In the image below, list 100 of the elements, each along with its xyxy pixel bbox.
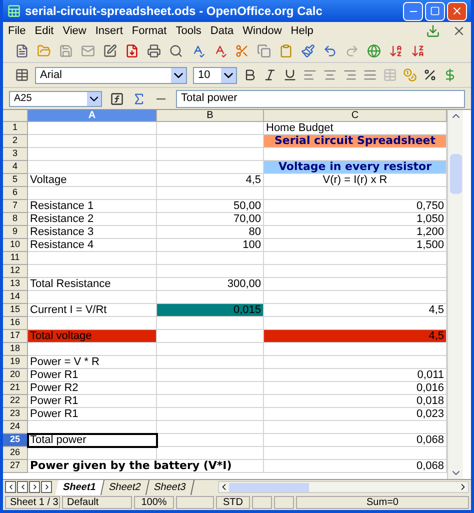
underline-icon[interactable] [283, 68, 297, 82]
table-cell: 50,00 [157, 200, 264, 213]
dropdown-icon[interactable] [171, 68, 186, 82]
formula-input[interactable]: Total power [176, 90, 465, 108]
cell-reference-field[interactable]: A25 [9, 90, 102, 106]
row-header[interactable]: 4 [3, 161, 28, 174]
sum-icon[interactable] [132, 92, 146, 106]
menu-item[interactable]: Window [242, 22, 282, 40]
row-header[interactable]: 14 [3, 291, 28, 304]
menu-item[interactable]: Insert [95, 22, 123, 40]
copy-icon[interactable] [257, 44, 271, 58]
table-cell: Power R1 [28, 408, 157, 421]
bold-icon[interactable] [243, 68, 257, 82]
sheet-navigation-button[interactable] [17, 481, 28, 493]
download-icon[interactable] [426, 24, 440, 38]
row-header[interactable]: 12 [3, 265, 28, 278]
sheet-tab[interactable]: Sheet1 [55, 480, 104, 494]
row-header[interactable]: 2 [3, 135, 28, 148]
function-icon[interactable] [110, 92, 124, 106]
row-header[interactable]: 15 [3, 304, 28, 317]
vertical-scrollbar[interactable] [447, 110, 463, 479]
sheet-navigation-button[interactable] [41, 481, 52, 493]
maximize-button[interactable] [425, 2, 445, 20]
align-center-icon[interactable] [323, 68, 337, 82]
status-field [176, 496, 214, 508]
menu-item[interactable]: Format [132, 22, 167, 40]
merge-cells-icon[interactable] [383, 68, 397, 82]
cut-icon[interactable] [235, 44, 249, 58]
table-cell: 4,5 [264, 330, 447, 343]
new-document-icon[interactable] [15, 44, 29, 58]
sheet-navigation-button[interactable] [5, 481, 16, 493]
autospell-icon[interactable] [213, 44, 227, 58]
sheet-tab[interactable]: Sheet2 [101, 480, 150, 494]
align-left-icon[interactable] [303, 68, 317, 82]
styles-icon[interactable] [15, 68, 29, 82]
scroll-thumb[interactable] [450, 154, 462, 194]
horizontal-scrollbar[interactable] [218, 481, 469, 493]
row-header[interactable]: 17 [3, 330, 28, 343]
spreadsheet-icon [7, 4, 21, 18]
edit-icon[interactable] [103, 44, 117, 58]
row-header[interactable]: 10 [3, 239, 28, 252]
menu-item[interactable]: Tools [176, 22, 202, 40]
save-icon[interactable] [59, 44, 73, 58]
close-icon[interactable] [452, 24, 466, 38]
pdf-icon[interactable] [125, 44, 139, 58]
row-header[interactable]: 6 [3, 187, 28, 200]
row-header[interactable]: 24 [3, 421, 28, 434]
preview-icon[interactable] [169, 44, 183, 58]
table-cell: 4,5 [157, 174, 264, 187]
percent-icon[interactable] [423, 68, 437, 82]
row-header[interactable]: 11 [3, 252, 28, 265]
row-header[interactable]: 21 [3, 382, 28, 395]
row-header[interactable]: 13 [3, 278, 28, 291]
row-header[interactable]: 25 [3, 434, 28, 447]
paste-icon[interactable] [279, 44, 293, 58]
row-header[interactable]: 20 [3, 369, 28, 382]
mail-icon[interactable] [81, 44, 95, 58]
menu-item[interactable]: Help [290, 22, 314, 40]
close-button[interactable] [447, 2, 467, 20]
number-format-icon[interactable] [443, 68, 457, 82]
scroll-thumb[interactable] [229, 482, 309, 492]
status-field: 100% [134, 496, 174, 508]
minimize-button[interactable] [403, 2, 423, 20]
row-header[interactable]: 1 [3, 122, 28, 135]
row-header[interactable]: 9 [3, 226, 28, 239]
row-header[interactable]: 26 [3, 447, 28, 460]
dropdown-icon[interactable] [87, 92, 101, 106]
maximize-icon [430, 6, 440, 16]
globe-icon[interactable] [367, 44, 381, 58]
row-header[interactable]: 19 [3, 356, 28, 369]
justify-icon[interactable] [363, 68, 377, 82]
row-header[interactable]: 3 [3, 148, 28, 161]
table-cell: Voltage in every resistor [264, 161, 447, 174]
column-header[interactable]: C [264, 110, 447, 122]
row-header[interactable]: 23 [3, 408, 28, 421]
dropdown-icon[interactable] [221, 68, 236, 82]
sheet-navigation-button[interactable] [29, 481, 40, 493]
row-header[interactable]: 18 [3, 343, 28, 356]
row-header[interactable]: 5 [3, 174, 28, 187]
row-header[interactable]: 22 [3, 395, 28, 408]
column-header[interactable]: B [157, 110, 264, 122]
menu-item[interactable]: View [62, 22, 86, 40]
font-size-field[interactable]: 10 [193, 66, 237, 84]
sort-descending-icon[interactable] [411, 44, 425, 58]
menu-item[interactable]: Edit [34, 22, 54, 40]
italic-icon[interactable] [263, 68, 277, 82]
font-name-field[interactable]: Arial [35, 66, 187, 84]
row-header[interactable]: 7 [3, 200, 28, 213]
align-right-icon[interactable] [343, 68, 357, 82]
menu-item[interactable]: Data [210, 22, 234, 40]
sheet-tab[interactable]: Sheet3 [146, 480, 194, 494]
row-header[interactable]: 8 [3, 213, 28, 226]
sort-ascending-icon[interactable] [389, 44, 403, 58]
undo-icon[interactable] [323, 44, 337, 58]
print-icon[interactable] [147, 44, 161, 58]
spellcheck-icon[interactable] [191, 44, 205, 58]
row-header[interactable]: 27 [3, 460, 28, 473]
row-header[interactable]: 16 [3, 317, 28, 330]
menu-item[interactable]: File [8, 22, 26, 40]
paintbrush-icon[interactable] [301, 44, 315, 58]
